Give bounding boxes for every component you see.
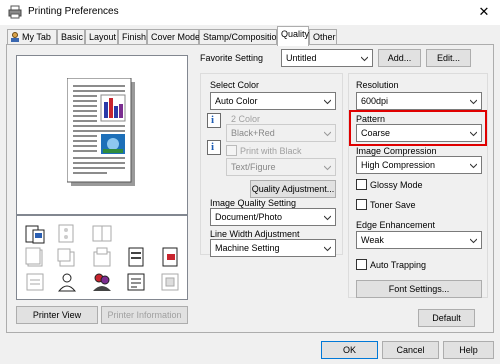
toner-save-checkbox[interactable] [356,199,367,210]
tab-layout[interactable]: Layout [85,29,118,45]
user-icon [11,32,19,42]
resolution-label: Resolution [356,80,399,90]
user-auth-icon [57,273,77,292]
glossy-mode-checkbox[interactable] [356,179,367,190]
ok-button[interactable]: OK [321,341,378,359]
auto-trapping-checkbox[interactable] [356,259,367,270]
staple-icon [25,247,43,267]
text-figure-value: Text/Figure [231,162,276,172]
font-settings-button[interactable]: Font Settings... [356,280,482,298]
line-width-label: Line Width Adjustment [210,229,300,239]
tab-finish[interactable]: Finish [118,29,147,45]
edge-enhancement-label: Edge Enhancement [356,220,436,230]
line-width-value: Machine Setting [215,243,280,253]
image-quality-select[interactable]: Document/Photo [210,208,336,226]
image-quality-label: Image Quality Setting [210,198,297,208]
resolution-select[interactable]: 600dpi [356,92,482,110]
tab-label: Quality [281,29,310,39]
favorite-setting-select[interactable]: Untitled [281,49,373,67]
add-favorite-button[interactable]: Add... [378,49,421,67]
chevron-down-icon [324,215,331,221]
booklet-icon [92,225,112,242]
two-color-select[interactable]: Black+Red [226,124,336,142]
auto-trapping-label: Auto Trapping [370,260,427,270]
account-track-icon [26,273,44,291]
document-icon [57,248,75,267]
tab-label: My Tab [22,32,51,42]
tab-cover-mode[interactable]: Cover Mode [147,29,201,45]
resolution-value: 600dpi [361,96,389,106]
window-title: Printing Preferences [28,6,119,17]
chevron-down-icon [470,131,477,137]
favorite-setting-value: Untitled [286,53,317,63]
tab-label: Basic [61,32,84,42]
tab-strip: My Tab Basic Layout Finish Cover Mode St… [0,25,500,46]
chevron-down-icon [324,131,331,137]
print-with-black-label: Print with Black [240,146,302,156]
quality-adjustment-button[interactable]: Quality Adjustment... [250,180,336,198]
select-color-value: Auto Color [215,96,258,106]
glossy-mode-label: Glossy Mode [370,180,423,190]
chevron-down-icon [361,56,368,62]
tab-stamp-composition[interactable]: Stamp/Composition [199,29,282,45]
pattern-select[interactable]: Coarse [356,124,482,142]
pattern-label: Pattern [356,114,386,124]
tab-label: Other [313,32,336,42]
tab-basic[interactable]: Basic [57,29,85,45]
tab-quality[interactable]: Quality [277,26,309,46]
printer-icon [8,5,22,19]
image-quality-value: Document/Photo [215,212,283,222]
toner-save-label: Toner Save [370,200,416,210]
help-button[interactable]: Help [443,341,494,359]
info-icon[interactable]: i [207,113,221,128]
tab-other[interactable]: Other [309,29,337,45]
job-log-icon [127,273,145,291]
chevron-down-icon [470,99,477,105]
image-compression-value: High Compression [361,160,436,170]
favorite-setting-label: Favorite Setting [200,53,264,63]
default-button[interactable]: Default [418,309,475,327]
tab-label: Layout [89,32,117,42]
function-icons-pane [16,215,188,300]
printer-information-button[interactable]: Printer Information [101,306,188,324]
image-compression-label: Image Compression [356,146,437,156]
two-color-value: Black+Red [231,128,275,138]
tab-label: Stamp/Composition [203,32,282,42]
edge-enhancement-value: Weak [361,235,384,245]
close-icon[interactable]: ✕ [474,3,494,21]
printer-view-button[interactable]: Printer View [16,306,98,324]
chevron-down-icon [324,246,331,252]
info-icon[interactable]: i [207,140,221,155]
edge-enhancement-select[interactable]: Weak [356,231,482,249]
chevron-down-icon [324,165,331,171]
select-color-label: Select Color [210,80,260,90]
user-group-icon [93,273,111,291]
preview-pane [16,55,188,215]
page-preview-image [67,78,135,186]
tab-label: Finish [122,32,147,42]
select-color-select[interactable]: Auto Color [210,92,336,110]
print-options-icon [25,225,45,244]
chevron-down-icon [470,238,477,244]
print-with-black-checkbox[interactable] [226,145,237,156]
chevron-down-icon [324,99,331,105]
pattern-value: Coarse [361,128,391,138]
tray-icon [128,247,144,267]
overlay-icon [161,273,179,291]
cancel-button[interactable]: Cancel [382,341,439,359]
two-color-label: 2 Color [231,114,261,124]
edit-favorite-button[interactable]: Edit... [426,49,471,67]
title-bar: Printing Preferences ✕ [0,0,500,25]
text-figure-select[interactable]: Text/Figure [226,158,336,176]
line-width-select[interactable]: Machine Setting [210,239,336,257]
chevron-down-icon [470,163,477,169]
tab-label: Cover Mode [151,32,201,42]
copy-stack-icon [93,247,111,267]
image-compression-select[interactable]: High Compression [356,156,482,174]
punch-icon [58,224,74,243]
secure-print-icon [162,247,178,267]
tab-my-tab[interactable]: My Tab [7,29,57,45]
